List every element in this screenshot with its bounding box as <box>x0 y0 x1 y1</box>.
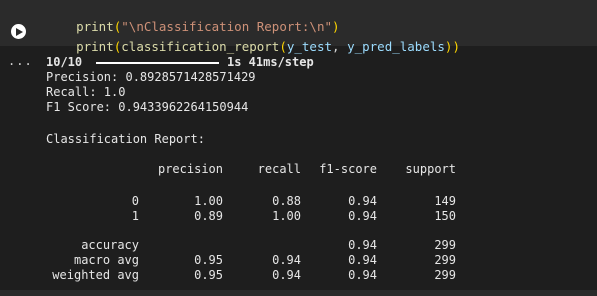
report-row-label: weighted avg <box>52 268 139 282</box>
precision-line: Precision: 0.8928571428571429 <box>46 70 256 84</box>
report-cell-support: 299 <box>434 238 456 252</box>
report-cell-f1: 0.94 <box>348 238 377 252</box>
cell-output: ... 10/10 1s 41ms/step Precision: 0.8928… <box>0 48 597 296</box>
report-cell-support: 299 <box>434 253 456 267</box>
report-row-label: 1 <box>131 209 139 223</box>
report-cell-recall: 0.88 <box>272 194 301 208</box>
report-row-label: 0 <box>131 194 139 208</box>
run-cell-button[interactable] <box>11 24 26 39</box>
report-header-precision: precision <box>157 162 223 176</box>
f1-line: F1 Score: 0.9433962264150944 <box>46 100 249 114</box>
report-cell-f1: 0.94 <box>348 268 377 282</box>
report-header-recall: recall <box>257 162 301 176</box>
recall-line: Recall: 1.0 <box>46 85 126 99</box>
progress-label: 10/10 <box>46 55 83 69</box>
report-cell-support: 299 <box>434 268 456 282</box>
report-header-f1-score: f1-score <box>319 162 377 176</box>
report-cell-precision: 0.95 <box>194 253 223 267</box>
progress-time: 1s 41ms/step <box>227 55 314 69</box>
report-row-label: accuracy <box>81 238 139 252</box>
report-cell-precision: 0.95 <box>194 268 223 282</box>
report-title: Classification Report: <box>46 132 205 146</box>
report-cell-recall: 0.94 <box>272 253 301 267</box>
horizontal-scrollbar[interactable] <box>0 290 597 296</box>
report-cell-support: 149 <box>434 194 456 208</box>
code-cell[interactable]: print("\nClassification Report:\n") prin… <box>0 0 597 54</box>
report-cell-f1: 0.94 <box>348 209 377 223</box>
report-cell-f1: 0.94 <box>348 194 377 208</box>
report-header-support: support <box>405 162 456 176</box>
report-cell-recall: 0.94 <box>272 268 301 282</box>
progress-bar <box>96 62 219 64</box>
report-cell-precision: 1.00 <box>194 194 223 208</box>
report-cell-recall: 1.00 <box>272 209 301 223</box>
report-cell-support: 150 <box>434 209 456 223</box>
report-cell-f1: 0.94 <box>348 253 377 267</box>
report-row-label: macro avg <box>73 253 139 267</box>
output-menu-icon[interactable]: ... <box>8 54 33 68</box>
report-cell-precision: 0.89 <box>194 209 223 223</box>
